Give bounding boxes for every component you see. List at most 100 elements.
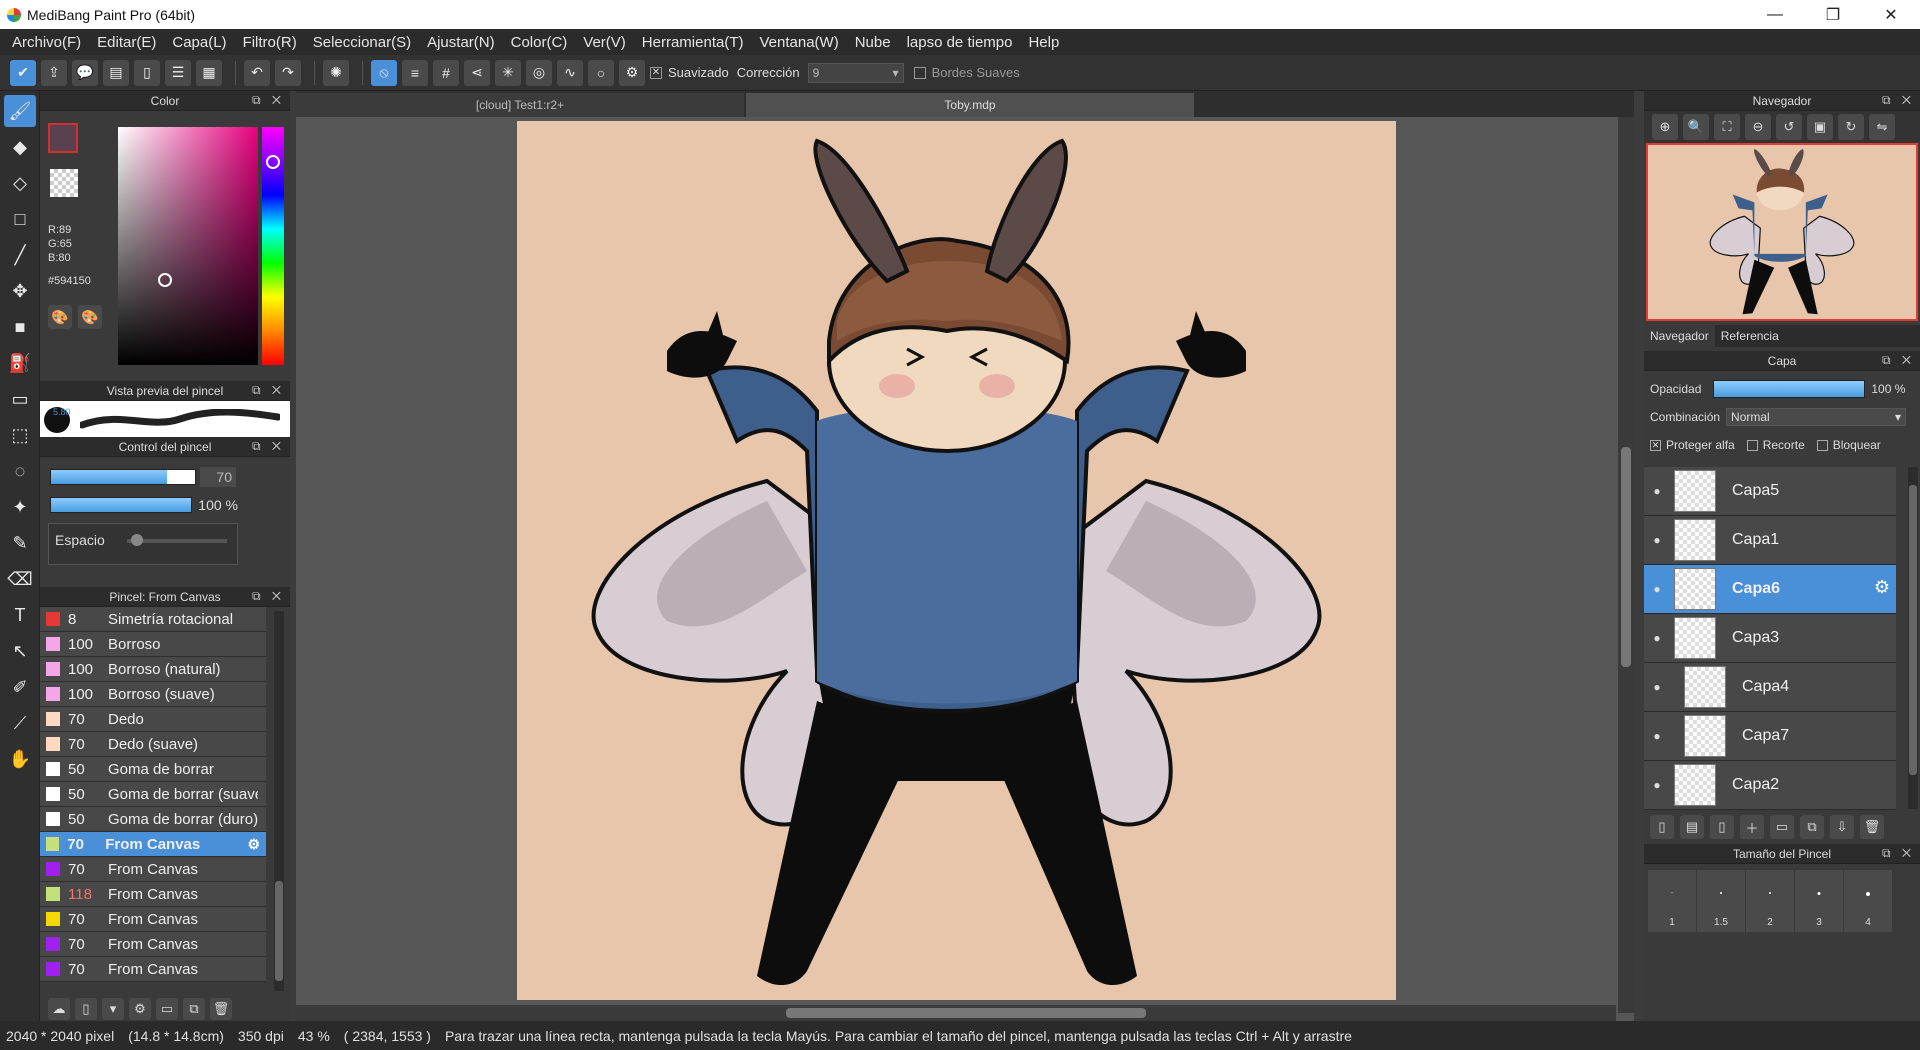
folder-icon[interactable]: ▭ <box>1770 815 1794 839</box>
bucket-tool-icon[interactable]: ⛽ <box>4 347 36 379</box>
visibility-eye-icon[interactable]: ● <box>1644 729 1670 743</box>
saturation-value-picker[interactable] <box>118 127 258 365</box>
brush-list-item[interactable]: 70 From Canvas <box>40 907 266 932</box>
panel-detach-close-icon[interactable]: ⧉ ✕ <box>252 383 285 398</box>
settings-gear-icon[interactable]: ⚙ <box>619 59 645 86</box>
brush-list-item[interactable]: 70 Dedo <box>40 707 266 732</box>
hand-tool-icon[interactable]: ✋ <box>4 743 36 775</box>
line-tool-icon[interactable]: ╱ <box>4 239 36 271</box>
protect-alpha-checkbox[interactable]: ✕ Proteger alfa <box>1650 438 1735 452</box>
brush-list-item[interactable]: 100 Borroso <box>40 632 266 657</box>
hue-cursor[interactable] <box>266 155 280 169</box>
minimize-button[interactable]: — <box>1746 0 1804 29</box>
layer-row[interactable]: ● Capa6 ⚙ <box>1644 565 1896 614</box>
cloud-brush-icon[interactable]: ☁ <box>48 997 70 1020</box>
select-eraser-tool-icon[interactable]: ⌫ <box>4 563 36 595</box>
tab-navigator[interactable]: Navegador <box>1644 325 1715 347</box>
rotate-left-icon[interactable]: ↺ <box>1776 114 1802 140</box>
layer-row[interactable]: ● Capa2 <box>1644 761 1896 810</box>
canvas-horizontal-scrollbar[interactable] <box>296 1005 1616 1021</box>
speech-bubble-icon[interactable]: 💬 <box>72 59 98 86</box>
menu-help[interactable]: Help <box>1020 34 1067 51</box>
brush-list-item[interactable]: 8 Simetría rotacional <box>40 607 266 632</box>
eyedropper-tool-icon[interactable]: ⟋ <box>4 707 36 739</box>
menu-window[interactable]: Ventana(W) <box>751 34 846 51</box>
zoom-in-icon[interactable]: 🔍 <box>1683 114 1709 140</box>
hex-value[interactable]: #594150 <box>48 275 91 287</box>
foreground-color-swatch[interactable] <box>48 123 78 153</box>
tab-toby[interactable]: Toby.mdp <box>746 93 1194 117</box>
circle-snap-icon[interactable]: ◎ <box>526 59 552 86</box>
navigator-preview[interactable] <box>1646 143 1918 321</box>
redo-icon[interactable]: ↷ <box>275 59 301 86</box>
visibility-eye-icon[interactable]: ● <box>1644 631 1670 645</box>
text-tool-icon[interactable]: T <box>4 599 36 631</box>
eraser-tool-icon[interactable]: ◆ <box>4 131 36 163</box>
zoom-out-icon[interactable]: ⊖ <box>1745 114 1771 140</box>
fill-rect-tool-icon[interactable]: ■ <box>4 311 36 343</box>
canvas-vertical-scrollbar[interactable] <box>1618 117 1634 1013</box>
brush-list-item[interactable]: 70 From Canvas <box>40 857 266 882</box>
operation-tool-icon[interactable]: ↖ <box>4 635 36 667</box>
visibility-eye-icon[interactable]: ● <box>1644 582 1670 596</box>
radial-snap-icon[interactable]: ✳ <box>495 59 521 86</box>
brush-list-item[interactable]: 70 Dedo (suave) <box>40 732 266 757</box>
brush-list-item[interactable]: 50 Goma de borrar (duro) <box>40 807 266 832</box>
brush-tool-icon[interactable]: 🖌 <box>4 95 36 127</box>
maximize-button[interactable]: ❐ <box>1804 0 1862 29</box>
panel-detach-close-icon[interactable]: ⧉ ✕ <box>1882 93 1915 108</box>
background-color-swatch[interactable] <box>50 169 78 197</box>
brush-list-item[interactable]: 70 From Canvas ⚙ <box>40 832 266 857</box>
brush-list-item[interactable]: 50 Goma de borrar <box>40 757 266 782</box>
add-layer-menu-icon[interactable]: ＋ <box>1740 815 1764 839</box>
panel-detach-close-icon[interactable]: ⧉ ✕ <box>1882 353 1915 368</box>
dot-eraser-tool-icon[interactable]: ◇ <box>4 167 36 199</box>
grid-split-icon[interactable]: ▦ <box>196 59 222 86</box>
new-layer-icon[interactable]: ▯ <box>1650 815 1674 839</box>
color-picker-cursor[interactable] <box>158 273 172 287</box>
magic-wand-tool-icon[interactable]: ✦ <box>4 491 36 523</box>
new-brush-icon[interactable]: ▯ <box>75 997 97 1020</box>
brush-settings-icon[interactable]: ⚙ <box>129 997 151 1020</box>
brush-opacity-slider[interactable] <box>50 497 192 513</box>
visibility-eye-icon[interactable]: ● <box>1644 680 1670 694</box>
gear-icon[interactable]: ⚙ <box>247 836 260 853</box>
add-brush-icon[interactable]: ▾ <box>102 997 124 1020</box>
brush-size-option[interactable]: 1 <box>1648 870 1696 932</box>
clipping-checkbox[interactable]: Recorte <box>1746 438 1805 452</box>
visibility-eye-icon[interactable]: ● <box>1644 533 1670 547</box>
layer-opacity-slider[interactable] <box>1713 380 1866 398</box>
correction-select[interactable]: 9 ▾ <box>807 62 904 83</box>
brush-list-item[interactable]: 118 From Canvas <box>40 882 266 907</box>
brush-size-option[interactable]: 4 <box>1844 870 1892 932</box>
menu-tool[interactable]: Herramienta(T) <box>634 34 752 51</box>
brush-list-item[interactable]: 70 From Canvas <box>40 957 266 982</box>
crisscross-snap-icon[interactable]: # <box>433 59 459 86</box>
layer-row[interactable]: ● Capa4 <box>1644 663 1896 712</box>
vanishing-point-icon[interactable]: ⋖ <box>464 59 490 86</box>
snap-off-icon[interactable]: ⦸ <box>371 59 397 86</box>
shape-tool-icon[interactable]: □ <box>4 203 36 235</box>
ellipse-snap-icon[interactable]: ○ <box>588 59 614 86</box>
layer-row[interactable]: ● Capa5 <box>1644 467 1896 516</box>
menu-adjust[interactable]: Ajustar(N) <box>419 34 503 51</box>
flip-icon[interactable]: ⇋ <box>1869 114 1895 140</box>
undo-icon[interactable]: ↶ <box>244 59 270 86</box>
duplicate-layer-icon[interactable]: ⧉ <box>1800 815 1824 839</box>
brush-size-option[interactable]: 3 <box>1795 870 1843 932</box>
layer-row[interactable]: ● Capa7 <box>1644 712 1896 761</box>
drawing-canvas[interactable] <box>517 121 1396 1000</box>
menu-layer[interactable]: Capa(L) <box>164 34 234 51</box>
move-tool-icon[interactable]: ✥ <box>4 275 36 307</box>
share-icon[interactable]: ⇪ <box>41 59 67 86</box>
soft-edges-checkbox[interactable] <box>913 66 926 79</box>
select-pen-tool-icon[interactable]: ✎ <box>4 527 36 559</box>
check-icon[interactable]: ✔ <box>10 59 36 86</box>
menu-cloud[interactable]: Nube <box>847 34 899 51</box>
zoom-fit-icon[interactable]: ⊕ <box>1652 114 1678 140</box>
menu-view[interactable]: Ver(V) <box>575 34 634 51</box>
panel-detach-close-icon[interactable]: ⧉ ✕ <box>1882 846 1915 861</box>
brush-list-item[interactable]: 100 Borroso (natural) <box>40 657 266 682</box>
tab-reference[interactable]: Referencia <box>1715 325 1785 347</box>
fit-window-icon[interactable]: ⛶ <box>1714 114 1740 140</box>
